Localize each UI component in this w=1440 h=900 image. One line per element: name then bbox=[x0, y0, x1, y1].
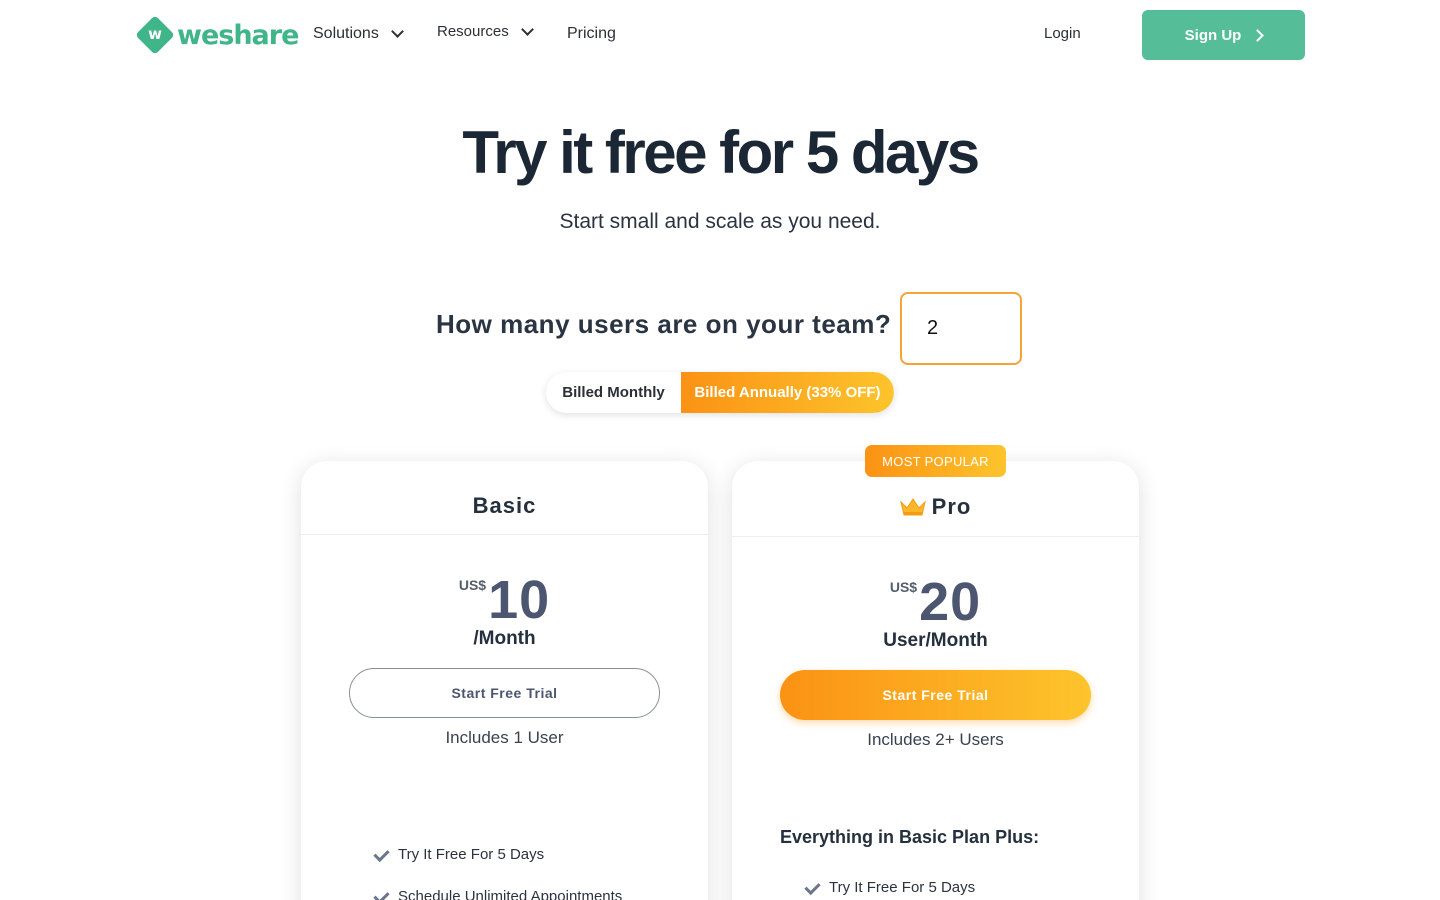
chevron-right-icon bbox=[1251, 28, 1265, 42]
billing-toggle: Billed Monthly Billed Annually (33% OFF) bbox=[546, 372, 894, 413]
plan-name: Basic bbox=[472, 492, 537, 518]
check-icon bbox=[373, 889, 388, 900]
price-currency: US$ bbox=[889, 579, 918, 595]
nav-solutions[interactable]: Solutions bbox=[313, 25, 404, 43]
price-amount: 10 bbox=[488, 570, 551, 630]
nav-solutions-label: Solutions bbox=[313, 25, 379, 42]
billing-monthly-option[interactable]: Billed Monthly bbox=[546, 372, 681, 413]
plan-includes: Includes 2+ Users bbox=[867, 730, 1004, 749]
basic-start-trial-button[interactable]: Start Free Trial bbox=[349, 668, 660, 718]
brand-logo[interactable]: w weshare bbox=[135, 15, 299, 55]
plan-header: Basic bbox=[301, 461, 708, 535]
signup-label: Sign Up bbox=[1184, 26, 1242, 44]
most-popular-badge: MOST POPULAR bbox=[865, 445, 1006, 477]
brand-name: weshare bbox=[177, 19, 299, 51]
chevron-down-icon bbox=[520, 22, 534, 36]
list-item: Try It Free For 5 Days bbox=[804, 866, 975, 900]
logo-mark-icon: w bbox=[135, 15, 175, 55]
plan-price: US$10 bbox=[301, 569, 708, 631]
top-nav: w weshare Solutions Resources Pricing Lo… bbox=[0, 0, 1440, 70]
page-title: Try it free for 5 days bbox=[462, 119, 980, 186]
nav-pricing-label: Pricing bbox=[567, 25, 616, 42]
page-subtitle: Start small and scale as you need. bbox=[559, 210, 881, 233]
feature-label: Schedule Unlimited Appointments bbox=[398, 887, 623, 900]
price-currency: US$ bbox=[458, 577, 487, 593]
plan-name: Pro bbox=[931, 493, 972, 519]
plan-plus-heading: Everything in Basic Plan Plus: bbox=[780, 827, 1040, 847]
plan-price: US$20 bbox=[732, 571, 1139, 633]
pro-start-trial-button[interactable]: Start Free Trial bbox=[780, 670, 1091, 720]
nav-resources-label: Resources bbox=[437, 23, 509, 40]
list-item: Try It Free For 5 Days bbox=[373, 833, 622, 875]
price-period: /Month bbox=[473, 628, 536, 649]
plan-includes: Includes 1 User bbox=[445, 728, 564, 747]
billing-annual-option[interactable]: Billed Annually (33% OFF) bbox=[681, 372, 894, 413]
login-link[interactable]: Login bbox=[1044, 25, 1081, 42]
check-icon bbox=[804, 880, 819, 895]
chevron-down-icon bbox=[390, 25, 404, 38]
signup-button[interactable]: Sign Up bbox=[1142, 10, 1305, 60]
price-amount: 20 bbox=[919, 572, 982, 632]
team-size-input[interactable] bbox=[900, 292, 1022, 365]
nav-resources[interactable]: Resources bbox=[437, 22, 534, 40]
list-item: Schedule Unlimited Appointments bbox=[373, 875, 622, 900]
team-size-question: How many users are on your team? bbox=[436, 309, 892, 339]
check-icon bbox=[373, 847, 388, 862]
plan-card-basic: Basic US$10 /Month Start Free Trial Incl… bbox=[301, 461, 708, 900]
feature-list: Try It Free For 5 Days bbox=[804, 866, 975, 900]
feature-label: Try It Free For 5 Days bbox=[829, 878, 976, 896]
price-period: User/Month bbox=[883, 630, 988, 651]
crown-icon bbox=[899, 497, 926, 515]
plan-card-pro: Pro US$20 User/Month Start Free Trial In… bbox=[732, 461, 1139, 900]
feature-label: Try It Free For 5 Days bbox=[398, 845, 545, 863]
feature-list: Try It Free For 5 Days Schedule Unlimite… bbox=[373, 833, 622, 900]
nav-pricing[interactable]: Pricing bbox=[567, 25, 616, 43]
